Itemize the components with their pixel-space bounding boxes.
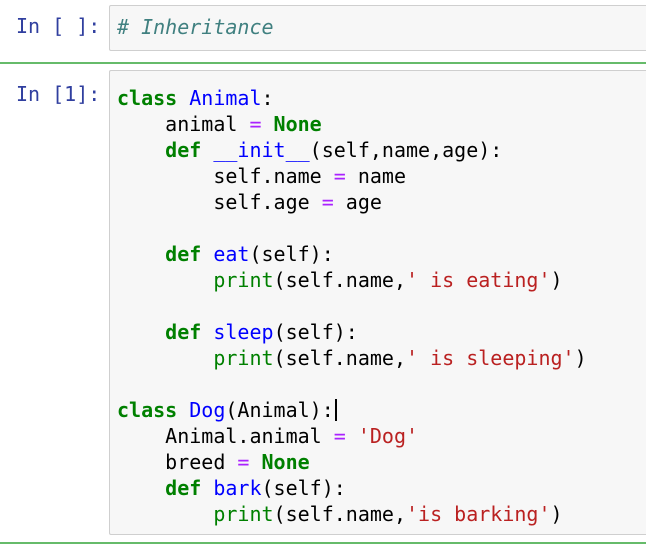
code-token: (self): <box>273 320 358 344</box>
code-token: Animal <box>189 86 262 110</box>
code-token: = <box>333 164 346 188</box>
code-line: self.name = name <box>117 163 587 189</box>
code-token: = <box>237 450 250 474</box>
code-line: breed = None <box>117 449 587 475</box>
code-token: ' is sleeping' <box>406 346 575 370</box>
code-token: name <box>345 164 407 188</box>
code-token: self.age <box>117 190 322 214</box>
code-line: print(self.name,'is barking') <box>117 501 587 527</box>
code-token: class <box>117 86 178 110</box>
code-line: def eat(self): <box>117 241 587 267</box>
code-cell-1[interactable]: In [ ]: # Inheritance <box>0 0 646 56</box>
code-token: def <box>165 138 202 162</box>
code-token: print <box>213 346 274 370</box>
code-token: eat <box>213 242 250 266</box>
code-token: # Inheritance <box>117 15 274 39</box>
code-token: None <box>261 450 310 474</box>
code-token: = <box>249 112 262 136</box>
code-line: class Animal: <box>117 85 587 111</box>
code-token: __init__ <box>213 138 310 162</box>
code-token: = <box>333 424 346 448</box>
code-line: print(self.name,' is sleeping') <box>117 345 587 371</box>
code-token: print <box>213 268 274 292</box>
code-token: None <box>273 112 322 136</box>
code-cell-2[interactable]: In [1]: class Animal: animal = None def … <box>0 64 646 542</box>
notebook: In [ ]: # Inheritance In [1]: class Anim… <box>0 0 646 552</box>
code-line: print(self.name,' is eating') <box>117 267 587 293</box>
code-token: (self): <box>261 476 346 500</box>
cell-prompt: In [1]: <box>16 82 101 106</box>
code-token: (self,name,age): <box>309 138 503 162</box>
code-token: ' is eating' <box>406 268 551 292</box>
code-line: Animal.animal = 'Dog' <box>117 423 587 449</box>
code-line: self.age = age <box>117 189 587 215</box>
code-token: def <box>165 242 202 266</box>
code-line: def __init__(self,name,age): <box>117 137 587 163</box>
code-token: animal <box>117 112 250 136</box>
code-token: sleep <box>213 320 274 344</box>
code-token: print <box>213 502 274 526</box>
text-cursor <box>334 399 337 421</box>
code-token: def <box>165 320 202 344</box>
code-token: (self.name, <box>273 268 406 292</box>
code-line: def sleep(self): <box>117 319 587 345</box>
selected-cell-bottom-border <box>0 542 646 544</box>
code-token: breed <box>117 450 238 474</box>
code-token: self.name <box>117 164 334 188</box>
code-block[interactable]: # Inheritance <box>117 14 274 40</box>
code-token: ) <box>550 502 563 526</box>
code-token: = <box>321 190 334 214</box>
code-line: def bark(self): <box>117 475 587 501</box>
code-editor[interactable]: # Inheritance <box>109 5 646 51</box>
code-editor[interactable]: class Animal: animal = None def __init__… <box>109 70 646 535</box>
code-line: class Dog(Animal): <box>117 397 587 423</box>
code-token: ) <box>574 346 587 370</box>
code-token: ) <box>550 268 563 292</box>
code-line: animal = None <box>117 111 587 137</box>
code-token: : <box>261 86 274 110</box>
code-token: def <box>165 476 202 500</box>
code-block[interactable]: class Animal: animal = None def __init__… <box>117 85 587 527</box>
code-token: Dog <box>189 398 226 422</box>
code-line: # Inheritance <box>117 14 274 40</box>
code-token: (self): <box>249 242 334 266</box>
code-token: class <box>117 398 178 422</box>
code-token: 'Dog' <box>357 424 419 448</box>
code-token: bark <box>213 476 262 500</box>
code-token: (self.name, <box>273 502 406 526</box>
code-token: (self.name, <box>273 346 406 370</box>
code-token: Animal.animal <box>117 424 334 448</box>
cell-prompt: In [ ]: <box>16 14 101 38</box>
code-token: (Animal): <box>225 398 334 422</box>
code-token: 'is barking' <box>406 502 551 526</box>
code-token: age <box>333 190 382 214</box>
